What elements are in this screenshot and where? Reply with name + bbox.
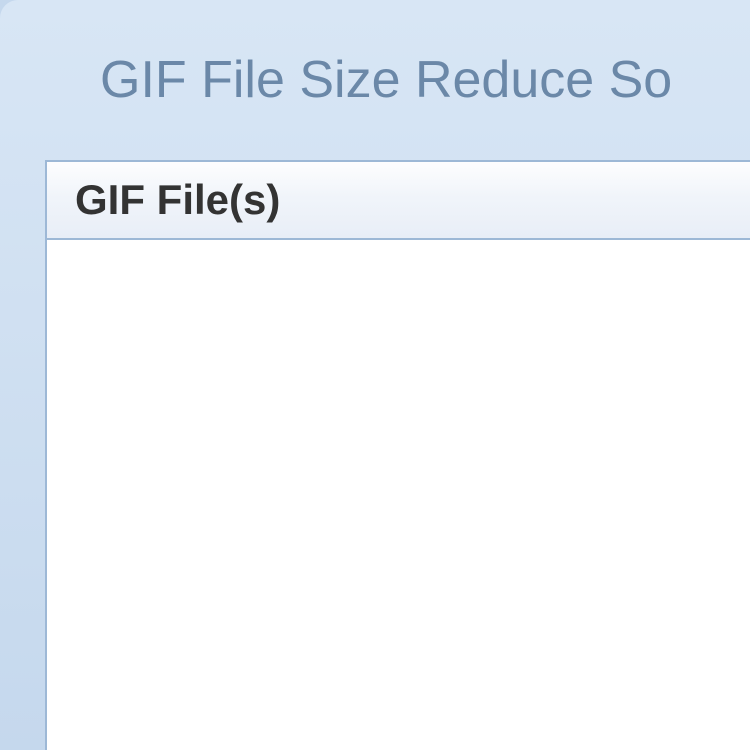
window-title: GIF File Size Reduce So — [100, 50, 672, 110]
column-header-label: GIF File(s) — [75, 176, 280, 224]
file-list[interactable] — [47, 240, 750, 750]
app-window: GIF File Size Reduce So GIF File(s) — [0, 0, 750, 750]
file-list-header[interactable]: GIF File(s) — [47, 162, 750, 240]
client-area: GIF File(s) — [45, 160, 750, 750]
titlebar: GIF File Size Reduce So — [0, 0, 750, 160]
